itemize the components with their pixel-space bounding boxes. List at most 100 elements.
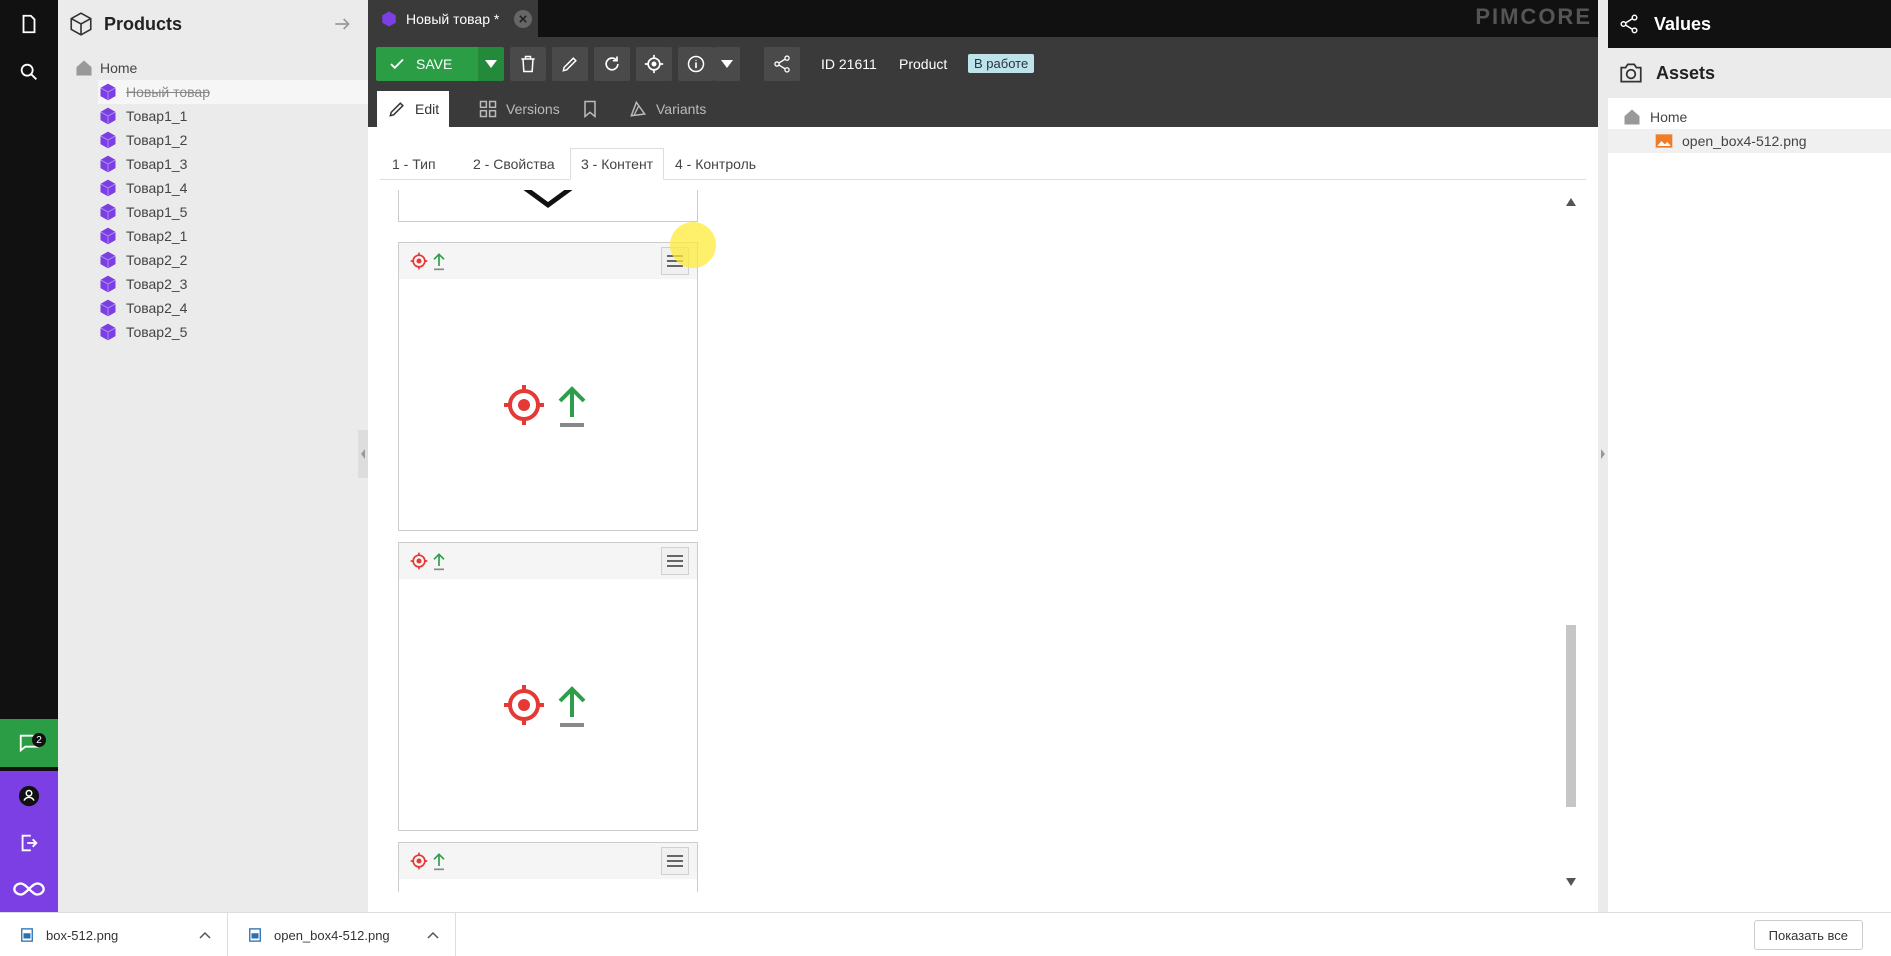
tree-item-label: Товар2_2 xyxy=(126,252,188,268)
logout-button[interactable] xyxy=(0,820,58,865)
upload-icon[interactable] xyxy=(429,251,449,271)
step-tab-active[interactable]: 3 - Контент xyxy=(570,148,665,180)
tree-item[interactable]: Товар2_3 xyxy=(98,272,187,296)
search-icon[interactable] xyxy=(0,48,58,95)
delete-button[interactable] xyxy=(510,47,546,81)
step-tab[interactable]: 4 - Контроль xyxy=(665,148,766,180)
tree-item[interactable]: Товар1_4 xyxy=(98,176,187,200)
assets-home-label: Home xyxy=(1650,109,1688,125)
hamburger-icon xyxy=(667,555,683,567)
image-block-header xyxy=(399,543,697,579)
info-dropdown-button[interactable] xyxy=(714,47,740,81)
right-splitter[interactable] xyxy=(1598,0,1608,912)
tree-item-new-product[interactable]: Новый товар xyxy=(98,80,368,104)
object-id: ID 21611 xyxy=(821,56,877,72)
cube-icon xyxy=(382,11,396,26)
logout-icon xyxy=(21,834,38,851)
layout-steps: 1 - Тип 2 - Свойства 3 - Контент 4 - Кон… xyxy=(380,148,1586,180)
tree-item-label: Товар2_3 xyxy=(126,276,188,292)
tab-edit[interactable]: Edit xyxy=(377,91,450,127)
tree-item[interactable]: Товар1_3 xyxy=(98,152,187,176)
user-button[interactable] xyxy=(0,771,58,820)
upload-icon[interactable] xyxy=(429,851,449,871)
pimcore-logo[interactable] xyxy=(0,865,58,912)
content-area xyxy=(368,190,1580,892)
download-name: open_box4-512.png xyxy=(274,927,390,943)
tree-item[interactable]: Товар2_4 xyxy=(98,296,187,320)
chevron-down-icon xyxy=(721,60,733,68)
products-tree-panel: Products Home Новый товар Товар1_1 Товар… xyxy=(58,0,368,912)
versions-icon xyxy=(479,100,497,118)
save-button[interactable]: SAVE xyxy=(376,47,478,81)
tab-variants[interactable]: Variants xyxy=(618,91,716,127)
save-label: SAVE xyxy=(416,56,453,72)
asset-file-label: open_box4-512.png xyxy=(1682,133,1807,149)
tab-versions[interactable]: Versions xyxy=(468,91,570,127)
rename-button[interactable] xyxy=(552,47,588,81)
cube-icon xyxy=(100,155,116,173)
image-block-header xyxy=(399,843,697,879)
tree-item[interactable]: Товар1_5 xyxy=(98,200,187,224)
tree-item-label: Новый товар xyxy=(126,84,210,100)
target-icon[interactable] xyxy=(409,551,429,571)
upload-icon[interactable] xyxy=(429,551,449,571)
chevron-up-icon[interactable] xyxy=(427,931,439,939)
trash-icon xyxy=(521,55,535,73)
tab-label: Variants xyxy=(656,101,707,117)
tree-item[interactable]: Товар2_1 xyxy=(98,224,187,248)
documents-icon[interactable] xyxy=(0,0,58,47)
show-all-button[interactable]: Показать все xyxy=(1753,920,1863,950)
brand-logo: PIMCORE xyxy=(1475,4,1592,29)
tree-item-label: Товар1_4 xyxy=(126,180,188,196)
assets-tree-home[interactable]: Home xyxy=(1608,105,1891,129)
show-in-tree-button[interactable] xyxy=(636,47,672,81)
scroll-up-icon[interactable] xyxy=(1566,198,1576,206)
tree-item-home[interactable]: Home xyxy=(74,56,137,80)
chevron-down-icon xyxy=(485,60,497,68)
tab-new-product[interactable]: Новый товар * xyxy=(368,0,538,37)
pencil-icon xyxy=(562,57,577,72)
download-item[interactable]: box-512.png xyxy=(0,913,228,956)
main-editor: Новый товар * PIMCORE SAVE ID 21611 Prod… xyxy=(368,0,1598,912)
info-icon xyxy=(687,55,705,73)
image-dropzone[interactable] xyxy=(399,279,697,530)
chevron-right-icon xyxy=(1601,449,1605,459)
image-dropzone[interactable] xyxy=(399,579,697,830)
tree-item-label: Товар2_4 xyxy=(126,300,188,316)
values-panel-header[interactable]: Values xyxy=(1608,0,1891,48)
save-dropdown-button[interactable] xyxy=(478,47,504,81)
tree-item-label: Товар2_5 xyxy=(126,324,188,340)
block-menu-button[interactable] xyxy=(661,847,689,875)
chat-button[interactable]: 2 xyxy=(0,719,58,767)
share-button[interactable] xyxy=(764,47,800,81)
tab-bookmark[interactable] xyxy=(570,91,610,127)
collapse-arrow-icon[interactable] xyxy=(332,14,352,34)
values-title: Values xyxy=(1654,13,1712,34)
scroll-down-icon[interactable] xyxy=(1566,878,1576,886)
chevron-up-icon[interactable] xyxy=(199,931,211,939)
tree-item[interactable]: Товар2_2 xyxy=(98,248,187,272)
step-tab[interactable]: 1 - Тип xyxy=(382,148,446,180)
reload-button[interactable] xyxy=(594,47,630,81)
left-rail: 2 xyxy=(0,0,58,912)
crosshair-icon xyxy=(644,54,664,74)
tab-close-button[interactable] xyxy=(514,10,532,28)
target-icon[interactable] xyxy=(409,251,429,271)
tree-item[interactable]: Товар2_5 xyxy=(98,320,187,344)
refresh-icon xyxy=(605,56,619,71)
tree-item-label: Товар2_1 xyxy=(126,228,188,244)
assets-tree-file[interactable]: open_box4-512.png xyxy=(1608,129,1891,153)
download-item[interactable]: open_box4-512.png xyxy=(228,913,456,956)
left-splitter-handle[interactable] xyxy=(358,430,368,478)
block-menu-button[interactable] xyxy=(661,547,689,575)
step-tab[interactable]: 2 - Свойства xyxy=(463,148,565,180)
assets-panel-header[interactable]: Assets xyxy=(1608,48,1891,98)
tree-item[interactable]: Товар1_1 xyxy=(98,104,187,128)
info-button[interactable] xyxy=(678,47,714,81)
right-panel: Values Assets Home open_box4-512.png xyxy=(1598,0,1891,912)
content-scrollbar[interactable] xyxy=(1564,190,1578,892)
tree-item[interactable]: Товар1_2 xyxy=(98,128,187,152)
tab-label: Versions xyxy=(506,101,560,117)
target-icon[interactable] xyxy=(409,851,429,871)
scrollbar-thumb[interactable] xyxy=(1566,625,1576,807)
